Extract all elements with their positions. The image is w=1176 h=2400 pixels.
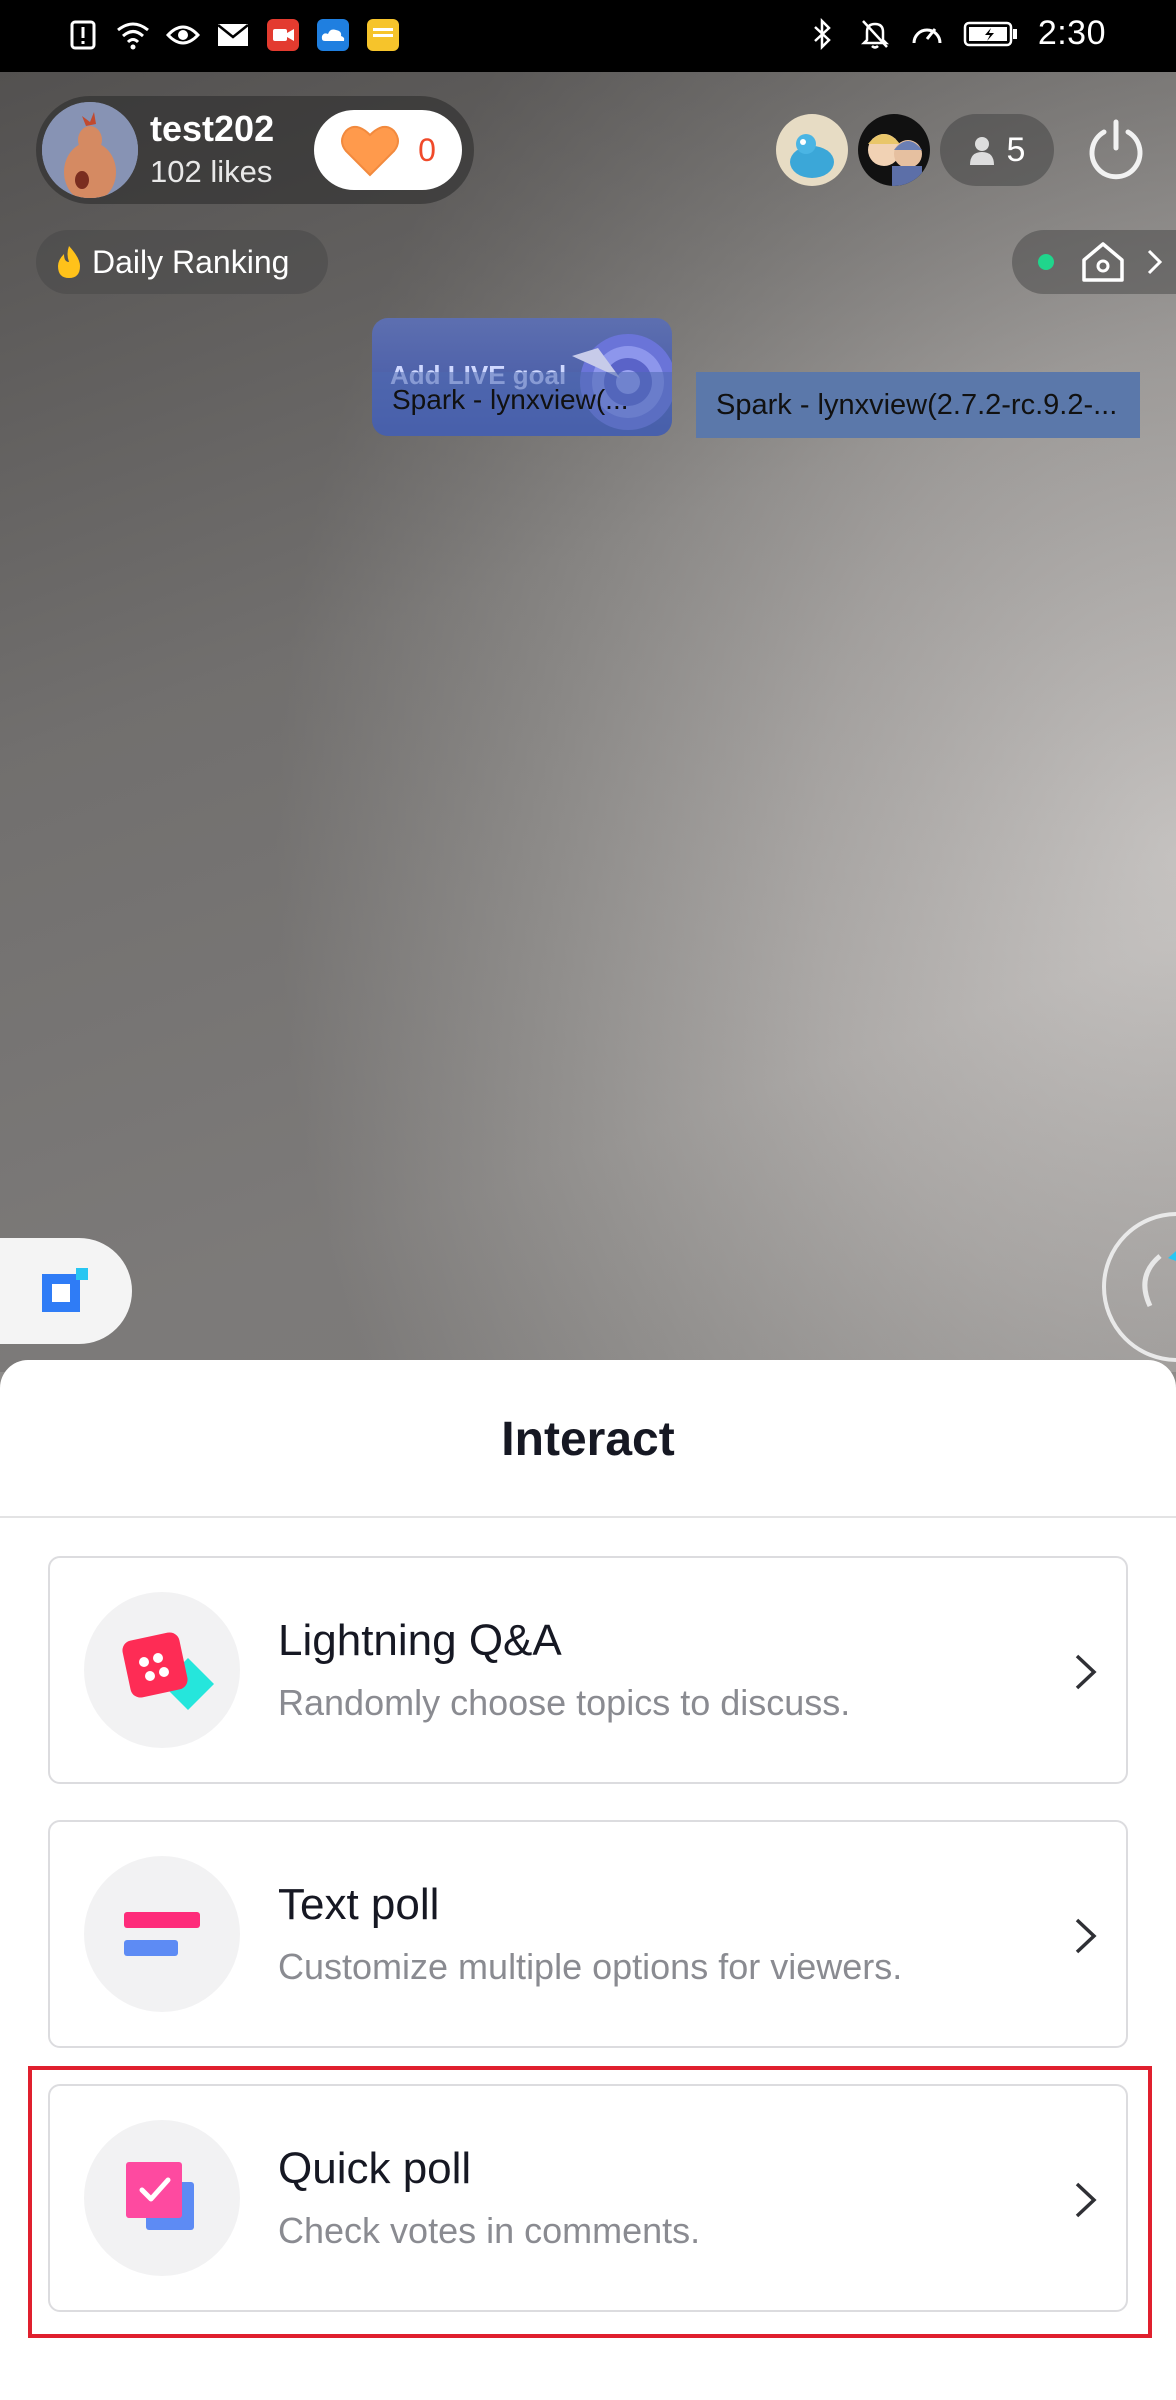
- host-avatar[interactable]: [42, 102, 138, 198]
- host-name: test202: [150, 108, 275, 149]
- option-subtitle: Customize multiple options for viewers.: [278, 1946, 903, 1987]
- text-poll-icon: [84, 1856, 240, 2012]
- home-icon: [1082, 242, 1124, 282]
- option-quick-poll[interactable]: Quick poll Check votes in comments.: [48, 2084, 1128, 2312]
- battery-icon: [962, 17, 1020, 51]
- bluetooth-icon: [806, 17, 840, 51]
- side-panel-button[interactable]: [0, 1238, 132, 1344]
- option-title: Lightning Q&A: [278, 1616, 562, 1665]
- quick-poll-icon: [84, 2120, 240, 2276]
- speed-icon: [910, 17, 944, 51]
- video-app-icon: [266, 18, 300, 52]
- viewer-count-button[interactable]: 5: [940, 114, 1054, 186]
- viewer-avatar[interactable]: [776, 114, 848, 186]
- host-likes: 102 likes: [150, 154, 273, 189]
- like-button[interactable]: 0: [314, 110, 462, 190]
- divider: [0, 1516, 1176, 1518]
- mail-icon: [216, 18, 250, 52]
- daily-ranking-label: Daily Ranking: [92, 243, 290, 280]
- sheet-title: Interact: [501, 1413, 675, 1466]
- notes-app-icon: [366, 18, 400, 52]
- chevron-right-icon: [1147, 249, 1163, 275]
- power-icon: [1089, 119, 1143, 180]
- flame-icon: [58, 246, 80, 278]
- cloud-app-icon: [316, 18, 350, 52]
- clock: 2:30: [1037, 14, 1106, 52]
- option-subtitle: Randomly choose topics to discuss.: [278, 1682, 851, 1723]
- chevron-right-icon: [1075, 1918, 1097, 1954]
- option-title: Text poll: [278, 1880, 440, 1929]
- wifi-icon: [116, 18, 150, 52]
- end-live-button[interactable]: [1084, 118, 1148, 182]
- alert-icon: [66, 18, 100, 52]
- status-bar: 2:30: [0, 0, 1176, 72]
- spark-lynxview-label: Spark - lynxview(2.7.2-rc.9.2-...: [696, 372, 1140, 438]
- option-subtitle: Check votes in comments.: [278, 2210, 701, 2251]
- live-goal-card[interactable]: Add LIVE goal Spark - lynxview(...: [372, 318, 672, 436]
- goal-label: Spark - lynxview(...: [372, 372, 672, 436]
- daily-ranking-button[interactable]: Daily Ranking: [36, 230, 328, 294]
- room-shortcut-button[interactable]: [1012, 230, 1176, 294]
- option-lightning-qa[interactable]: Lightning Q&A Randomly choose topics to …: [48, 1556, 1128, 1784]
- chevron-right-icon: [1075, 2182, 1097, 2218]
- heart-icon: [341, 125, 400, 177]
- host-info[interactable]: test202 102 likes 0: [36, 96, 474, 204]
- online-dot-icon: [1038, 254, 1054, 270]
- mute-icon: [858, 17, 892, 51]
- interact-sheet: Interact Lightning Q&A Randomly choose t…: [0, 1360, 1176, 2400]
- person-icon: [969, 137, 994, 165]
- option-text-poll[interactable]: Text poll Customize multiple options for…: [48, 1820, 1128, 2048]
- viewer-count: 5: [1006, 130, 1026, 169]
- chevron-right-icon: [1075, 1654, 1097, 1690]
- like-count: 0: [418, 131, 436, 168]
- layout-icon: [42, 1268, 88, 1312]
- option-title: Quick poll: [278, 2144, 472, 2193]
- viewer-avatar[interactable]: [858, 114, 930, 186]
- eye-icon: [166, 18, 200, 52]
- dice-icon: [84, 1592, 240, 1748]
- rotate-icon: [1142, 1251, 1176, 1308]
- live-screen: 2:30 test202 102 likes 0 5 Daily Ranking: [0, 0, 1176, 2400]
